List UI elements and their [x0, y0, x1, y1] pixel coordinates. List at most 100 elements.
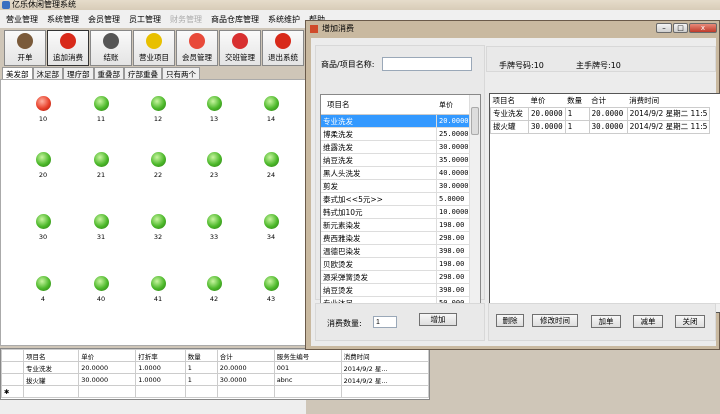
product-row[interactable]: 黑人头洗发 40.0000 [321, 167, 480, 180]
menu-item-4[interactable]: 财务管理 [170, 14, 202, 25]
table-cell[interactable] [184, 385, 218, 398]
table-row[interactable]: 专业洗发 20.0000 1.0000 1 20.0000 001 2014/9/2 星..… [1, 361, 430, 374]
room-43[interactable]: 43 [256, 276, 286, 303]
room-23[interactable]: 23 [199, 152, 229, 179]
tab-2[interactable]: 理疗部 [63, 67, 94, 79]
toolbar-button-1[interactable]: 追加消费 [47, 30, 89, 66]
room-32[interactable]: 32 [143, 214, 173, 241]
table-cell[interactable]: 2014/9/2 星... [340, 361, 430, 374]
close-window-button[interactable]: x [689, 23, 717, 33]
room-33[interactable]: 33 [199, 214, 229, 241]
room-34[interactable]: 34 [256, 214, 286, 241]
tab-3[interactable]: 重叠部 [93, 67, 124, 79]
menu-item-5[interactable]: 商品仓库管理 [211, 14, 259, 25]
room-4[interactable]: 4 [28, 276, 58, 303]
product-search-input[interactable] [382, 57, 472, 71]
table-cell[interactable]: abnc [273, 373, 342, 386]
product-row[interactable]: 维露洗发 30.0000 [321, 141, 480, 154]
room-41[interactable]: 41 [143, 276, 173, 303]
room-21[interactable]: 21 [86, 152, 116, 179]
table-cell[interactable]: 20.0000 [216, 361, 275, 374]
product-row[interactable]: 博柔洗发 25.0000 [321, 128, 480, 141]
cart-cell[interactable]: 1 [564, 119, 590, 134]
minimize-button[interactable]: – [656, 23, 672, 33]
column-header[interactable]: 合计 [216, 349, 275, 362]
table-cell[interactable]: 1 [184, 373, 218, 386]
product-list-scrollbar[interactable] [469, 95, 480, 306]
room-31[interactable]: 31 [86, 214, 116, 241]
tab-0[interactable]: 美发部 [2, 67, 33, 79]
product-row[interactable]: 新元素染发 198.00 [321, 219, 480, 232]
menu-item-2[interactable]: 会员管理 [88, 14, 120, 25]
table-cell[interactable] [22, 385, 80, 398]
reduce-order-button[interactable]: 减单 [633, 315, 663, 328]
cart-column-header[interactable]: 项目名 [491, 94, 529, 107]
column-header[interactable]: 单价 [78, 349, 137, 362]
maximize-button[interactable]: □ [673, 23, 688, 33]
add-button[interactable]: 增加 [419, 313, 457, 326]
col-header-name[interactable]: 项目名 [321, 95, 437, 114]
product-list[interactable]: 项目名 单价 专业洗发 20.0000 博柔洗发 25.0000 维露洗发 30.0000 纳… [320, 94, 481, 307]
table-cell[interactable]: 001 [273, 361, 342, 374]
table-cell[interactable] [78, 385, 137, 398]
cart-cell[interactable]: 20.0000 [528, 106, 566, 121]
room-13[interactable]: 13 [199, 96, 229, 123]
menu-item-6[interactable]: 系统维护 [268, 14, 300, 25]
cart-cell[interactable]: 30.0000 [528, 119, 566, 134]
delete-button[interactable]: 删除 [496, 314, 524, 327]
scroll-thumb[interactable] [471, 107, 479, 135]
room-22[interactable]: 22 [143, 152, 173, 179]
cart-row[interactable]: 专业洗发 20.0000 1 20.0000 2014/9/2 星期二 11:5 [490, 106, 711, 121]
toolbar-button-6[interactable]: 退出系统 [262, 30, 304, 66]
product-row[interactable]: 泰式加<<5元>> 5.0000 [321, 193, 480, 206]
table-cell[interactable]: 专业洗发 [22, 361, 80, 374]
room-14[interactable]: 14 [256, 96, 286, 123]
cart-cell[interactable]: 拔火罐 [490, 119, 529, 134]
new-row[interactable]: ✱ [1, 385, 430, 398]
column-header[interactable]: 数量 [184, 349, 218, 362]
product-row[interactable]: 专业洗发 20.0000 [321, 115, 480, 128]
table-cell[interactable]: 20.0000 [78, 361, 137, 374]
table-cell[interactable]: 30.0000 [216, 373, 275, 386]
room-30[interactable]: 30 [28, 214, 58, 241]
cart-cell[interactable]: 2014/9/2 星期二 11:5 [626, 119, 711, 134]
menu-item-0[interactable]: 营业管理 [6, 14, 38, 25]
product-row[interactable]: 纳豆洗发 35.0000 [321, 154, 480, 167]
cart-column-header[interactable]: 数量 [565, 94, 589, 107]
toolbar-button-0[interactable]: 开单 [4, 30, 46, 66]
toolbar-button-3[interactable]: 营业项目 [133, 30, 175, 66]
add-order-button[interactable]: 加单 [591, 315, 621, 328]
product-row[interactable]: 温德巴染发 398.00 [321, 245, 480, 258]
column-header[interactable]: 项目名 [22, 349, 80, 362]
room-24[interactable]: 24 [256, 152, 286, 179]
table-cell[interactable]: 30.0000 [78, 373, 137, 386]
room-11[interactable]: 11 [86, 96, 116, 123]
menu-item-1[interactable]: 系统管理 [47, 14, 79, 25]
cart-cell[interactable]: 30.0000 [588, 119, 628, 134]
menu-item-3[interactable]: 员工管理 [129, 14, 161, 25]
tab-4[interactable]: 疗部重叠 [124, 67, 162, 79]
room-40[interactable]: 40 [86, 276, 116, 303]
column-header[interactable]: 服务生编号 [273, 349, 342, 362]
edit-time-button[interactable]: 修改时间 [532, 314, 578, 327]
cart-column-header[interactable]: 单价 [529, 94, 566, 107]
tab-1[interactable]: 沐足部 [32, 67, 63, 79]
table-cell[interactable] [216, 385, 275, 398]
product-row[interactable]: 剪发 30.0000 [321, 180, 480, 193]
table-cell[interactable] [340, 385, 430, 398]
table-cell[interactable] [273, 385, 342, 398]
column-header[interactable]: 消费时间 [340, 349, 430, 362]
cart-cell[interactable]: 1 [564, 106, 590, 121]
tab-5[interactable]: 只有两个 [162, 67, 200, 79]
table-cell[interactable]: 拔火罐 [22, 373, 80, 386]
table-cell[interactable]: 2014/9/2 星... [340, 373, 430, 386]
room-20[interactable]: 20 [28, 152, 58, 179]
toolbar-button-5[interactable]: 交班管理 [219, 30, 261, 66]
cart-column-header[interactable]: 消费时间 [627, 94, 710, 107]
cart-cell[interactable]: 2014/9/2 星期二 11:5 [626, 106, 711, 121]
cart-row[interactable]: 拔火罐 30.0000 1 30.0000 2014/9/2 星期二 11:5 [490, 119, 711, 134]
product-row[interactable]: 费西雅染发 298.00 [321, 232, 480, 245]
toolbar-button-4[interactable]: 会员管理 [176, 30, 218, 66]
quantity-input[interactable] [373, 316, 397, 328]
product-row[interactable]: 纳豆烫发 398.00 [321, 284, 480, 297]
